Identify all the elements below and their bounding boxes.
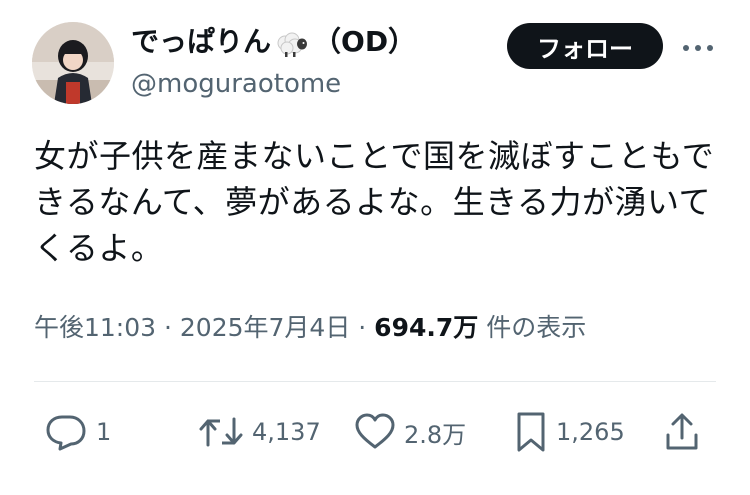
avatar[interactable] [32, 22, 114, 104]
tweet-meta: 午後11:03 · 2025年7月4日 · 694.7万 件の表示 [34, 308, 586, 348]
meta-separator-2: · [350, 313, 375, 342]
views-label: 件の表示 [478, 313, 587, 342]
bookmark-count: 1,265 [556, 418, 625, 446]
meta-separator-1: · [156, 313, 180, 342]
more-horizontal-icon [682, 37, 714, 56]
share-button[interactable] [664, 405, 700, 459]
share-icon [664, 411, 700, 453]
author-name-badge: （OD） [313, 25, 417, 58]
sheep-icon [273, 28, 309, 57]
repost-count: 4,137 [252, 418, 321, 446]
divider [34, 381, 716, 382]
reply-button[interactable]: 1 [44, 405, 111, 459]
tweet-time[interactable]: 午後11:03 [34, 313, 156, 342]
more-button[interactable] [678, 30, 718, 62]
tweet-card: でっぱりん （OD） @moguraotome フォロー 女が子供を産まないこと… [0, 0, 750, 495]
action-bar: 1 4,137 2.8万 1,265 [0, 405, 750, 459]
like-button[interactable]: 2.8万 [354, 405, 466, 459]
heart-icon [354, 412, 396, 452]
author-display-name[interactable]: でっぱりん （OD） [131, 22, 416, 62]
repost-icon [198, 412, 244, 452]
reply-icon [44, 412, 88, 452]
tweet-text: 女が子供を産まないことで国を滅ぼすこともで きるなんて、夢があるよな。生きる力が… [34, 137, 715, 267]
author-handle[interactable]: @moguraotome [131, 66, 341, 102]
bookmark-icon [514, 411, 548, 453]
follow-button[interactable]: フォロー [507, 23, 663, 69]
reply-count: 1 [96, 418, 112, 446]
repost-button[interactable]: 4,137 [198, 405, 321, 459]
like-count: 2.8万 [404, 420, 467, 449]
tweet-date[interactable]: 2025年7月4日 [180, 313, 350, 342]
bookmark-button[interactable]: 1,265 [514, 405, 625, 459]
author-name-text: でっぱりん [131, 25, 272, 58]
views-count: 694.7万 [374, 313, 479, 342]
